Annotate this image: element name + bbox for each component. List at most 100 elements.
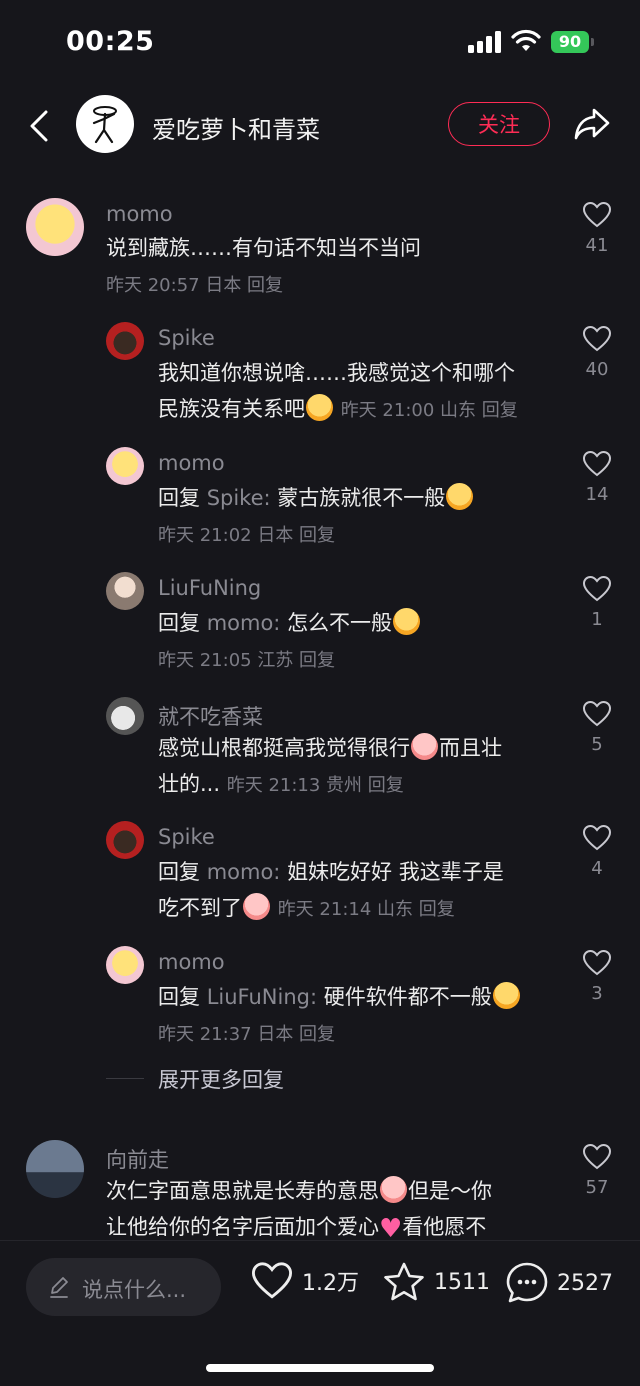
comment-meta[interactable]: 昨天 21:13 贵州 回复 (227, 775, 404, 796)
like-button[interactable]: 3 (577, 949, 617, 1004)
avatar[interactable] (106, 322, 144, 360)
comment-text: 回复 LiuFuNing: 硬件软件都不一般 (158, 979, 521, 1015)
author-avatar[interactable] (76, 95, 134, 153)
comment-meta[interactable]: 昨天 20:57 日本 回复 (106, 268, 283, 304)
heart-icon (582, 575, 612, 602)
emoji-icon (393, 608, 421, 635)
follow-button[interactable]: 关注 (448, 102, 550, 146)
battery-icon: 90 (551, 31, 589, 53)
stick-figure-icon (92, 106, 117, 144)
heart-icon (582, 325, 612, 352)
comment-bubble-icon (506, 1262, 548, 1303)
comment-text: 次仁字面意思就是长寿的意思 但是～你 (106, 1173, 492, 1209)
reply-prefix: 回复 (158, 860, 200, 884)
reply-mention[interactable]: momo: (207, 860, 281, 884)
comment-input[interactable]: 说点什么... (26, 1258, 221, 1316)
emoji-icon (446, 483, 474, 510)
comment-text: 说到藏族……有句话不知当不当问 (106, 230, 421, 266)
expand-more-replies[interactable]: 展开更多回复 (158, 1064, 284, 1094)
comment-author[interactable]: Spike (158, 825, 215, 849)
emoji-icon (380, 1176, 407, 1203)
like-button[interactable]: 40 (577, 325, 617, 380)
comment-meta[interactable]: 昨天 21:37 日本 回复 (158, 1017, 335, 1053)
comment-content: 吃不到了 (158, 896, 242, 920)
avatar[interactable] (106, 697, 144, 735)
avatar[interactable] (26, 198, 84, 256)
heart-icon (582, 201, 612, 228)
comment-content: 民族没有关系吧 (158, 397, 305, 421)
signal-icon (468, 31, 502, 53)
like-button[interactable]: 14 (577, 450, 617, 505)
heart-icon (582, 824, 612, 851)
heart-icon (582, 1143, 612, 1170)
favorite-count: 1511 (434, 1269, 490, 1295)
like-count: 57 (585, 1177, 609, 1198)
like-count: 14 (585, 484, 609, 505)
star-icon (384, 1262, 424, 1301)
emoji-icon (492, 982, 520, 1009)
emoji-icon (306, 394, 333, 421)
like-count: 5 (591, 734, 603, 755)
avatar[interactable] (106, 821, 144, 859)
comment-author[interactable]: momo (158, 950, 225, 974)
like-count: 1.2万 (302, 1271, 359, 1296)
comment-author[interactable]: 就不吃香菜 (158, 701, 263, 731)
comment-author[interactable]: 向前走 (106, 1144, 169, 1174)
comment-content: 而且壮 (439, 736, 502, 760)
heart-icon (582, 450, 612, 477)
comment-meta[interactable]: 昨天 21:14 山东 回复 (278, 899, 455, 920)
comment-content: 壮的... (158, 772, 221, 796)
comment-content: 看他愿不 (402, 1215, 487, 1239)
author-name[interactable]: 爱吃萝卜和青菜 (152, 110, 320, 145)
comment-meta[interactable]: 昨天 21:00 山东 回复 (341, 400, 518, 421)
favorite-action[interactable]: 1511 (382, 1261, 490, 1303)
divider (106, 1078, 144, 1079)
reply-prefix: 回复 (158, 486, 200, 510)
like-button[interactable]: 5 (577, 700, 617, 755)
comment-content: 蒙古族就很不一般 (277, 486, 446, 510)
back-icon[interactable] (26, 108, 52, 144)
status-time: 00:25 (66, 26, 155, 57)
heart-icon (582, 700, 612, 727)
like-count: 40 (585, 359, 609, 380)
status-bar: 00:25 90 (0, 0, 640, 84)
comment-text: 吃不到了 昨天 21:14 山东 回复 (158, 890, 455, 928)
comment-content: 但是～你 (408, 1179, 492, 1203)
comment-meta[interactable]: 昨天 21:02 日本 回复 (158, 518, 335, 554)
reply-mention[interactable]: Spike: (207, 486, 271, 510)
heart-icon (582, 949, 612, 976)
share-icon[interactable] (572, 106, 612, 142)
comment-content: 说到藏族……有句话不知当不当问 (106, 236, 421, 260)
battery-tip (591, 38, 594, 46)
avatar[interactable] (106, 946, 144, 984)
like-button[interactable]: 41 (577, 201, 617, 256)
comment-meta[interactable]: 昨天 21:05 江苏 回复 (158, 643, 335, 679)
like-count: 4 (591, 858, 603, 879)
comment-author[interactable]: Spike (158, 326, 215, 350)
like-count: 1 (591, 609, 603, 630)
avatar[interactable] (106, 572, 144, 610)
comment-text: 回复 momo: 怎么不一般 (158, 605, 421, 641)
comment-content: 感觉山根都挺高我觉得很行 (158, 736, 410, 760)
comment-author[interactable]: momo (106, 202, 173, 226)
reply-mention[interactable]: LiuFuNing: (207, 985, 317, 1009)
like-button[interactable]: 1 (577, 575, 617, 630)
comment-text: 回复 momo: 姐妹吃好好 我这辈子是 (158, 854, 504, 890)
home-indicator[interactable] (206, 1364, 434, 1372)
avatar[interactable] (26, 1140, 84, 1198)
comment-action[interactable]: 2527 (505, 1261, 613, 1305)
avatar[interactable] (106, 447, 144, 485)
comment-content: 让他给你的名字后面加个爱心 (106, 1215, 379, 1239)
reply-prefix: 回复 (158, 985, 200, 1009)
comment-content: 姐妹吃好好 我这辈子是 (287, 860, 504, 884)
like-button[interactable]: 4 (577, 824, 617, 879)
reply-mention[interactable]: momo: (207, 611, 281, 635)
like-action[interactable]: 1.2万 (250, 1261, 359, 1301)
comment-text: 回复 Spike: 蒙古族就很不一般 (158, 480, 474, 516)
comment-author[interactable]: momo (158, 451, 225, 475)
like-button[interactable]: 57 (577, 1143, 617, 1198)
comment-author[interactable]: LiuFuNing (158, 576, 261, 600)
comment-content: 怎么不一般 (287, 611, 393, 635)
comment-text: 我知道你想说啥……我感觉这个和哪个 (158, 355, 515, 391)
comment-text: 感觉山根都挺高我觉得很行 而且壮 (158, 730, 502, 766)
